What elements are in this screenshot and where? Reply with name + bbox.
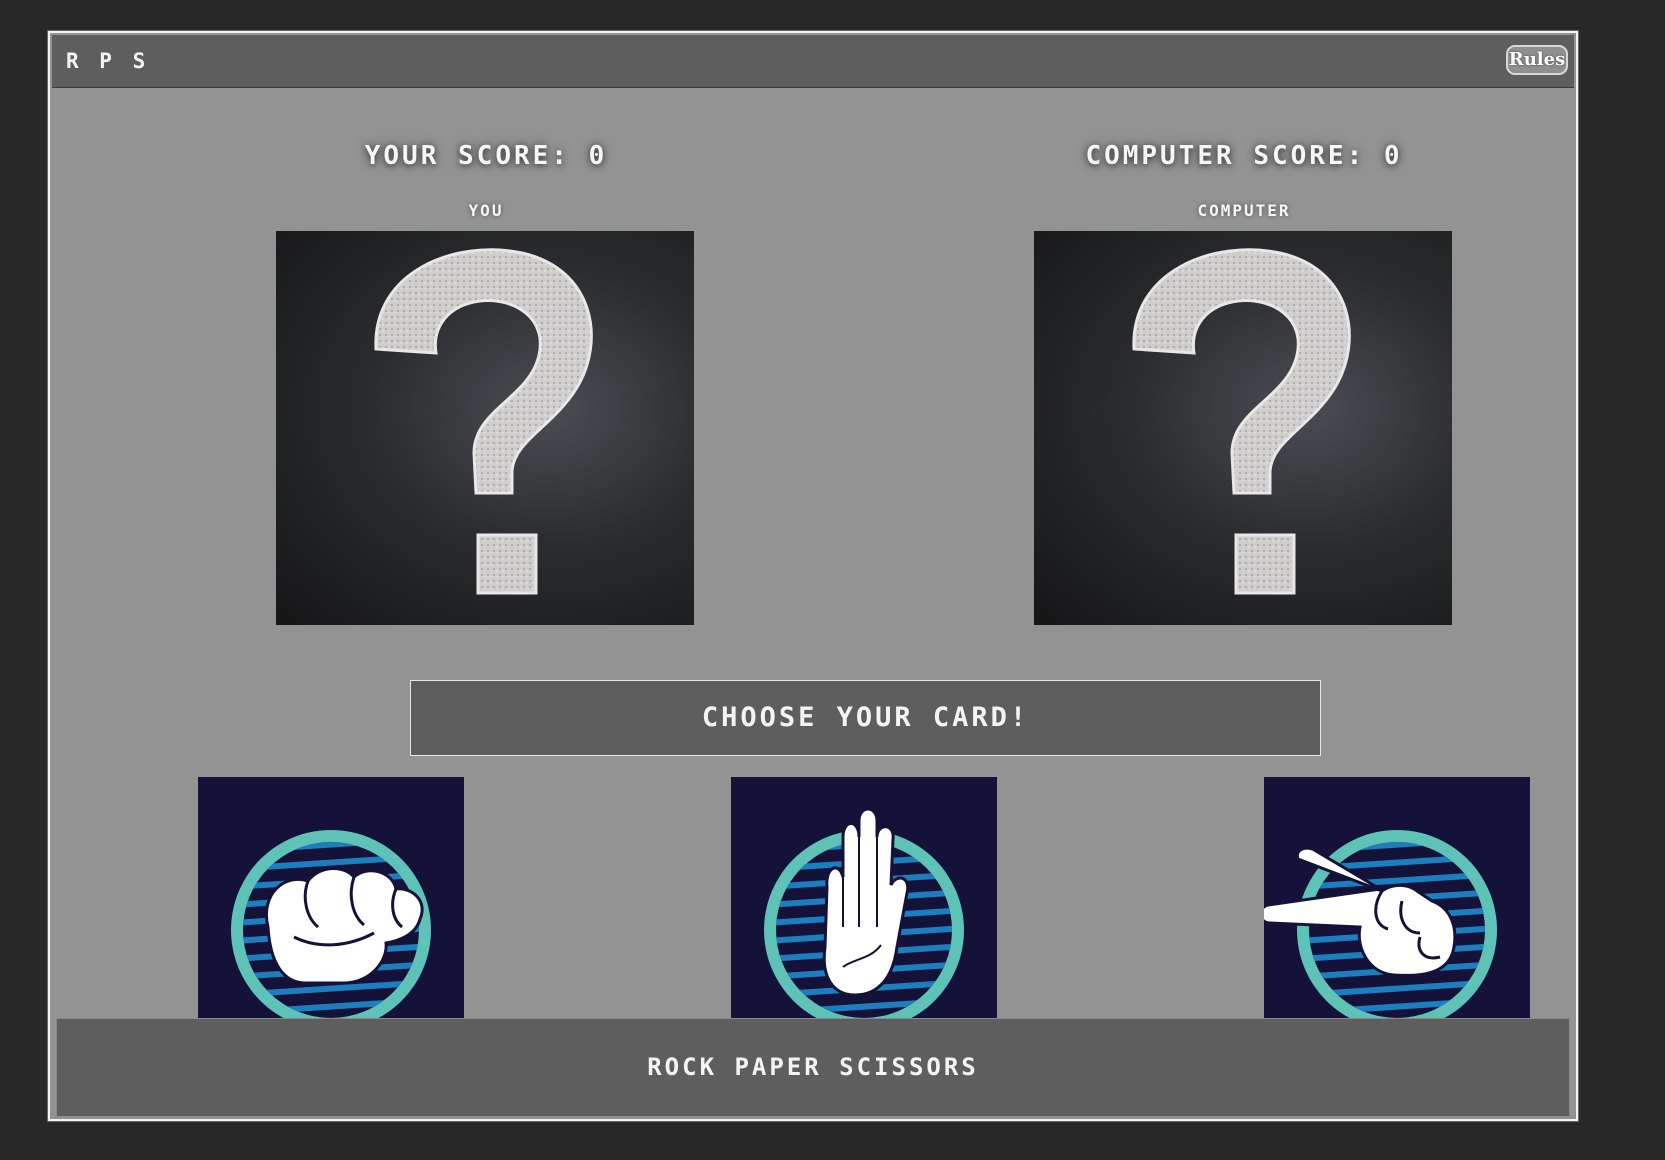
scissors-card-button[interactable] (1264, 777, 1530, 1043)
player-label: YOU (468, 201, 504, 220)
scissors-hand-icon (1264, 830, 1497, 1030)
rock-fist-icon (231, 830, 431, 1030)
computer-choice-image (1034, 231, 1452, 625)
question-mark-icon (1132, 248, 1351, 595)
question-mark-icon (374, 248, 593, 595)
brand-logo: R P S (66, 49, 150, 73)
player-score: YOUR SCORE: 0 (364, 141, 608, 171)
top-bar: R P S Rules (52, 35, 1574, 88)
game-frame: R P S Rules YOUR SCORE: 0 COMPUTER SCORE… (47, 30, 1579, 1122)
player-choice-image (276, 231, 694, 625)
footer-title: ROCK PAPER SCISSORS (56, 1018, 1570, 1117)
computer-label: COMPUTER (1197, 201, 1291, 220)
rock-card-button[interactable] (198, 777, 464, 1043)
choose-card-prompt: CHOOSE YOUR CARD! (410, 680, 1321, 756)
computer-score: COMPUTER SCORE: 0 (1085, 141, 1403, 171)
paper-hand-icon (764, 807, 964, 1030)
paper-card-button[interactable] (731, 777, 997, 1043)
rules-button[interactable]: Rules (1506, 45, 1568, 75)
